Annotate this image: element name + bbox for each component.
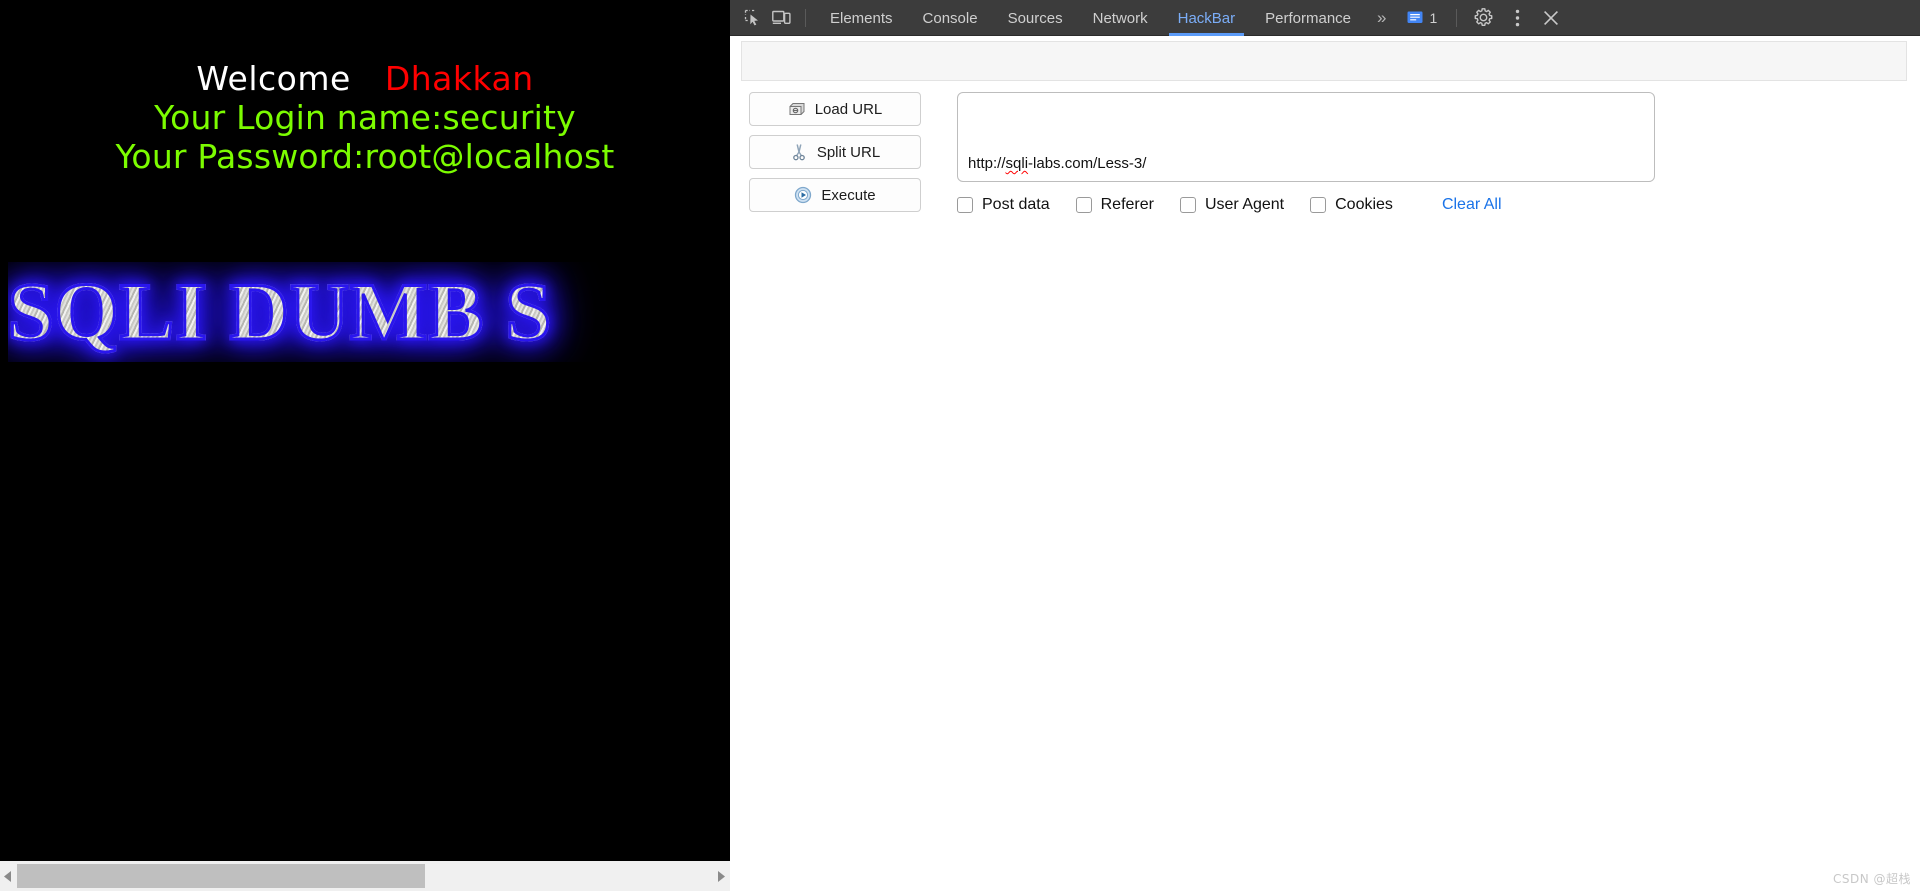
message-count-indicator[interactable]: 1	[1397, 0, 1448, 35]
welcome-line: Welcome Dhakkan	[0, 62, 730, 95]
devtools-toolbar: Elements Console Sources Network HackBar…	[730, 0, 1920, 36]
clear-all-link[interactable]: Clear All	[1442, 196, 1502, 214]
devtools-panel: Elements Console Sources Network HackBar…	[730, 0, 1920, 891]
close-icon[interactable]	[1534, 0, 1568, 35]
csdn-watermark: CSDN @超栈	[1832, 872, 1911, 886]
web-page-content: Welcome Dhakkan Your Login name:security …	[0, 0, 730, 860]
hackbar-options-row: Post data Referer User Agent Cookies Cle…	[957, 196, 1502, 214]
cookies-label: Cookies	[1335, 196, 1393, 213]
split-url-button[interactable]: Split URL	[749, 135, 921, 169]
chevron-double-right-icon[interactable]: »	[1366, 0, 1396, 35]
load-url-label: Load URL	[814, 100, 883, 118]
checkbox-box[interactable]	[1310, 197, 1327, 213]
execute-button[interactable]: Execute	[749, 178, 921, 212]
checkbox-box[interactable]	[1179, 197, 1196, 213]
toolbar-divider	[805, 8, 806, 27]
device-toolbar-icon[interactable]	[767, 0, 796, 35]
welcome-greeting: Welcome	[196, 59, 351, 98]
scrollbar-track[interactable]	[17, 861, 713, 891]
tab-console[interactable]: Console	[908, 0, 993, 36]
sqli-dumb-banner-text: SQLI DUMB S	[8, 262, 730, 362]
welcome-block: Welcome Dhakkan Your Login name:security …	[0, 0, 730, 173]
url-line-1: http://sqli-labs.com/Less-3/	[968, 151, 1644, 176]
tab-network[interactable]: Network	[1078, 0, 1163, 36]
hackbar-panel: Load URL Split URL Execute http://sqli-l…	[730, 36, 1920, 891]
welcome-username: Dhakkan	[384, 59, 534, 98]
referer-checkbox[interactable]: Referer	[1075, 196, 1154, 214]
execute-label: Execute	[821, 186, 876, 204]
screen-root: Welcome Dhakkan Your Login name:security …	[0, 0, 1920, 891]
user-agent-checkbox[interactable]: User Agent	[1179, 196, 1285, 214]
post-data-label: Post data	[982, 196, 1050, 213]
devtools-tab-list: Elements Console Sources Network HackBar…	[815, 0, 1366, 36]
more-vertical-icon[interactable]	[1500, 0, 1534, 35]
post-data-checkbox[interactable]: Post data	[957, 196, 1050, 214]
load-url-icon	[788, 100, 806, 118]
login-name-line: Your Login name:security	[154, 98, 576, 137]
tab-hackbar[interactable]: HackBar	[1163, 0, 1251, 36]
tab-performance[interactable]: Performance	[1250, 0, 1366, 36]
url-misspelled-word: sqli	[1005, 155, 1029, 172]
url-textarea[interactable]: http://sqli-labs.com/Less-3/ ?id=-1') un…	[957, 92, 1655, 182]
hackbar-url-area: http://sqli-labs.com/Less-3/ ?id=-1') un…	[957, 92, 1655, 182]
password-line: Your Password:root@localhost	[115, 137, 615, 176]
web-page-pane: Welcome Dhakkan Your Login name:security …	[0, 0, 730, 891]
referer-label: Referer	[1100, 196, 1154, 213]
page-horizontal-scrollbar[interactable]	[0, 860, 730, 891]
cookies-checkbox[interactable]: Cookies	[1310, 196, 1393, 214]
load-url-button[interactable]: Load URL	[749, 92, 921, 126]
triangle-left-icon[interactable]	[0, 861, 17, 891]
scrollbar-thumb[interactable]	[17, 864, 425, 888]
split-url-scissors-icon	[790, 143, 808, 161]
toolbar-divider-2	[1456, 8, 1458, 27]
sqli-dumb-banner: SQLI DUMB S	[8, 262, 730, 362]
tab-elements[interactable]: Elements	[815, 0, 908, 36]
tab-sources[interactable]: Sources	[993, 0, 1078, 36]
hackbar-top-bar[interactable]	[741, 41, 1907, 81]
execute-play-icon	[794, 186, 812, 204]
user-agent-label: User Agent	[1204, 196, 1285, 213]
inspect-element-icon[interactable]	[738, 0, 767, 35]
message-count-label: 1	[1429, 9, 1438, 26]
hackbar-button-column: Load URL Split URL Execute	[749, 92, 921, 221]
checkbox-box[interactable]	[1075, 197, 1092, 213]
gear-icon[interactable]	[1466, 0, 1500, 35]
split-url-label: Split URL	[816, 143, 881, 161]
url-host-path: -labs.com/Less-3/	[1028, 155, 1147, 172]
devtools-toolbar-actions	[1466, 0, 1568, 35]
checkbox-box[interactable]	[957, 197, 973, 213]
textarea-resize-handle[interactable]	[1638, 165, 1652, 179]
triangle-right-icon[interactable]	[713, 861, 730, 891]
message-bubble-icon	[1407, 11, 1423, 25]
url-scheme: http://	[968, 155, 1006, 172]
